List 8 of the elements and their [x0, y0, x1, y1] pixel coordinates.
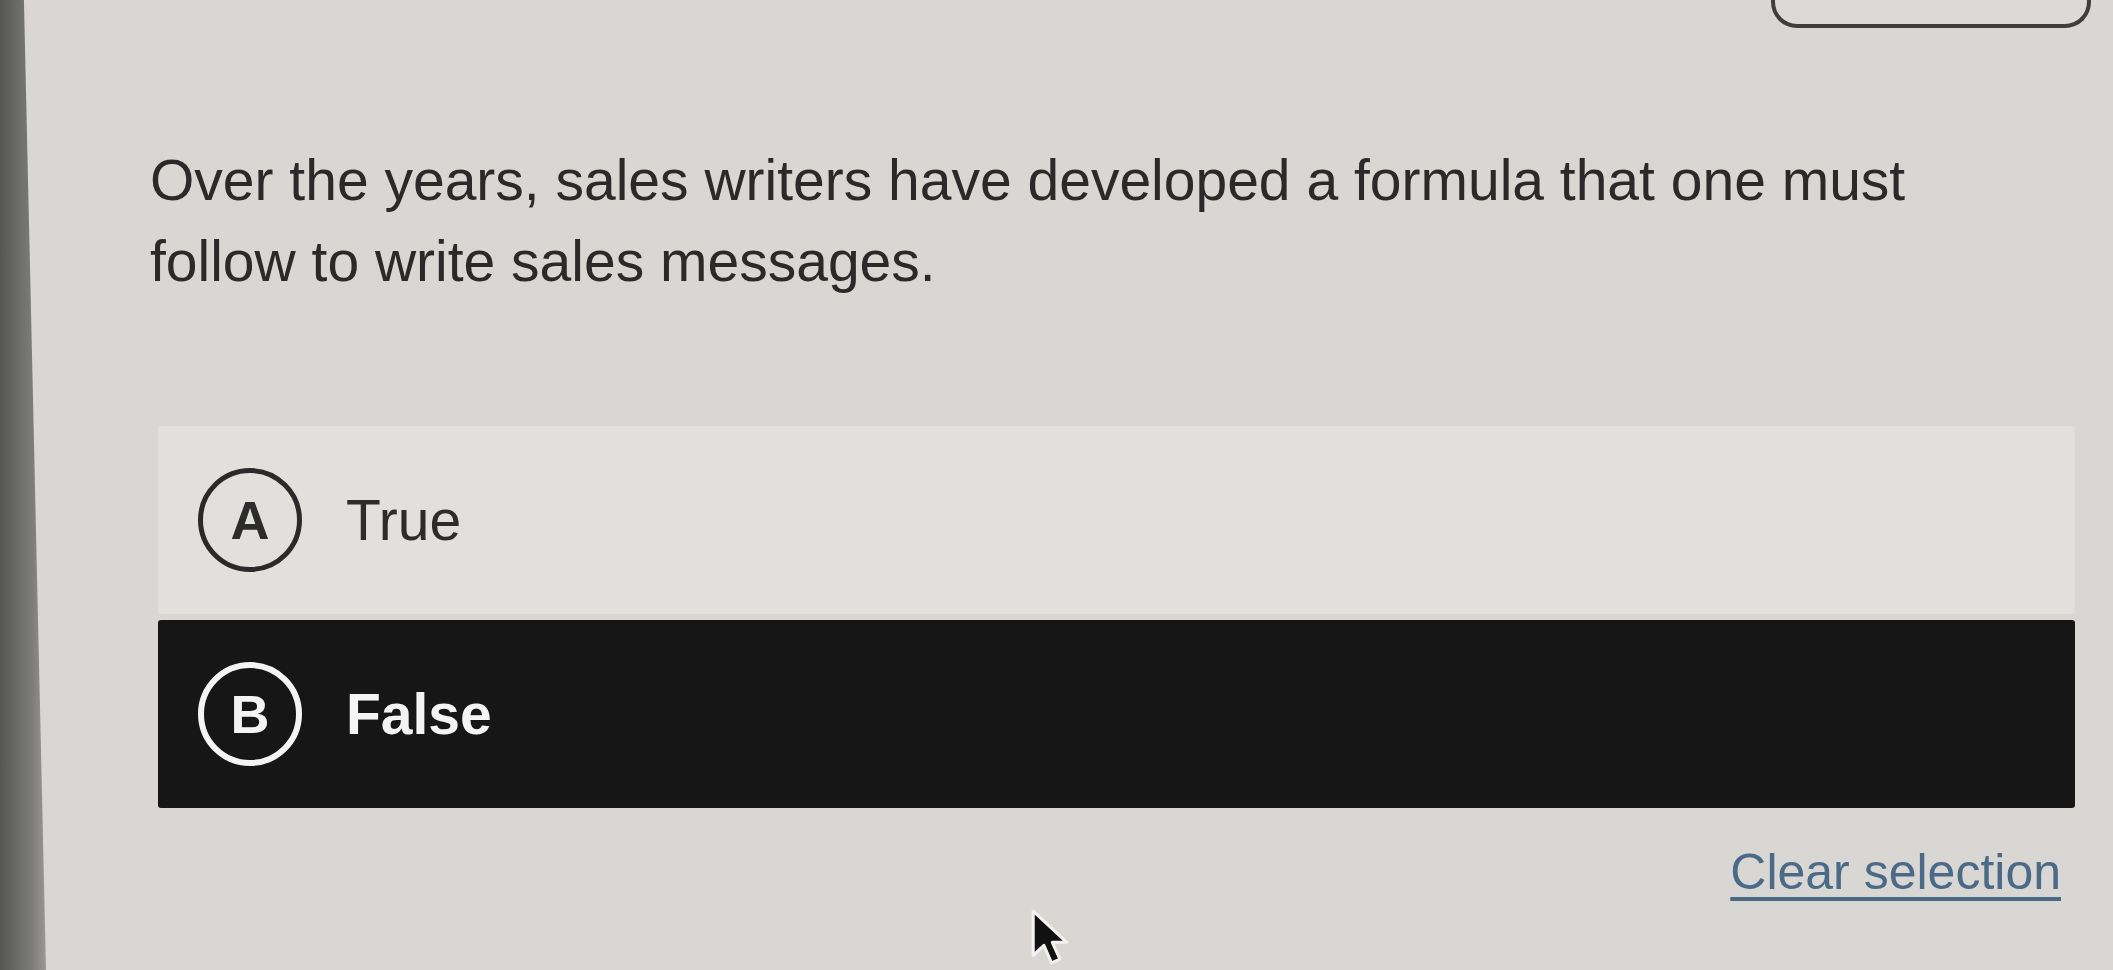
partial-button[interactable]	[1771, 0, 2091, 28]
option-letter: B	[198, 662, 302, 766]
clear-selection-link[interactable]: Clear selection	[1730, 842, 2061, 902]
answer-option[interactable]: A True	[158, 426, 2075, 614]
question-text: Over the years, sales writers have developed a formula that one must follow to write sales messages.	[149, 147, 1907, 295]
answer-option[interactable]: B False	[158, 620, 2075, 808]
option-letter: A	[198, 468, 302, 572]
mouse-pointer-icon	[1030, 908, 1070, 966]
